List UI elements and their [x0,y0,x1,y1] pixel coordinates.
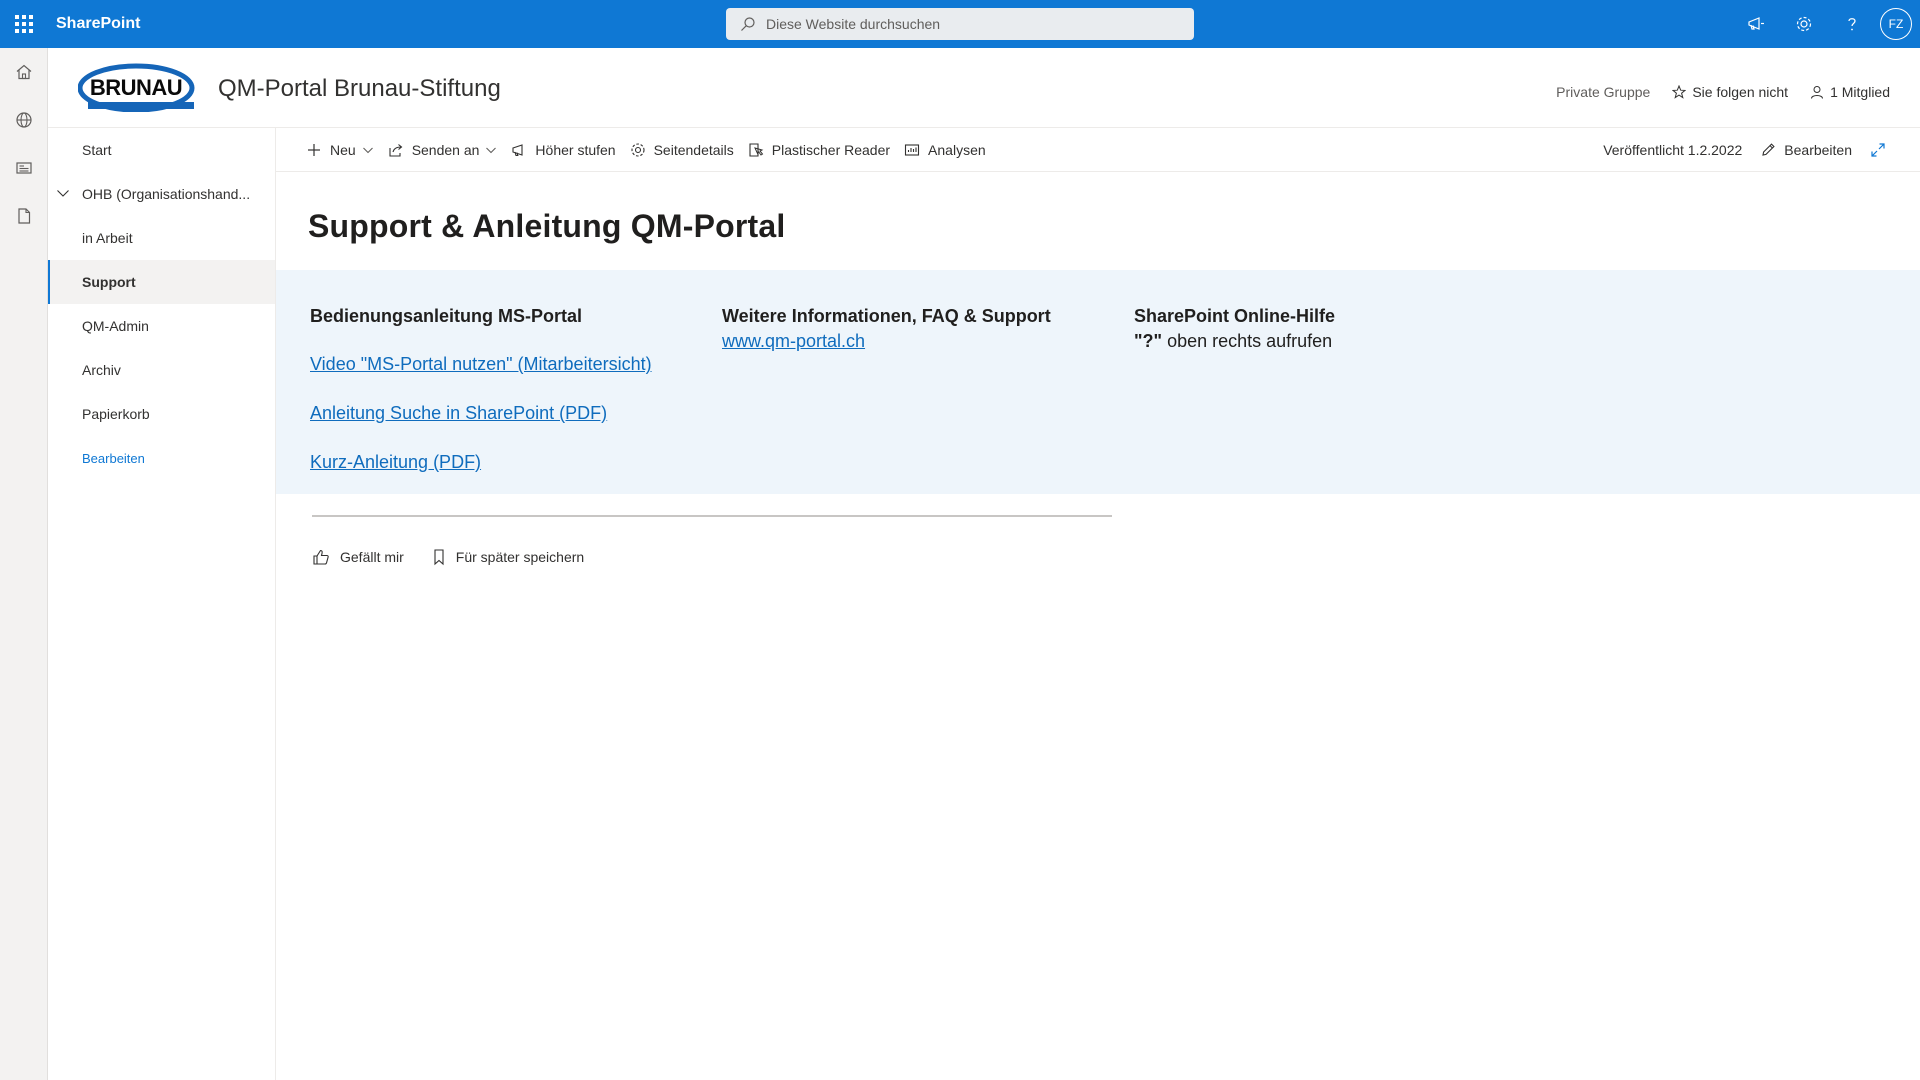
video-link[interactable]: Video "MS-Portal nutzen" (Mitarbeitersic… [310,354,652,375]
social-bar: Gefällt mir Für später speichern [312,548,612,566]
site-title[interactable]: QM-Portal Brunau-Stiftung [218,75,501,103]
gear-icon [631,142,645,157]
promote-button[interactable]: Höher stufen [511,128,616,172]
expand-button[interactable] [1870,128,1894,172]
nav-item-qm-admin[interactable]: QM-Admin [48,304,275,348]
star-icon [1672,85,1687,99]
plus-icon [308,143,320,156]
user-avatar[interactable]: FZ [1880,8,1912,40]
page-details-button[interactable]: Seitendetails [630,128,734,172]
megaphone-icon [512,143,523,156]
nav-item-support[interactable]: Support [48,260,275,304]
sharepoint-brand[interactable]: SharePoint [56,15,140,33]
like-button[interactable]: Gefällt mir [312,548,404,566]
support-section: Bedienungsanleitung MS-Portal Video "MS-… [276,270,1920,494]
waffle-icon [15,15,33,33]
document-icon[interactable] [0,192,48,240]
page-title: Support & Anleitung QM-Portal [308,208,786,244]
search-icon [741,17,755,31]
person-icon [1811,86,1824,99]
column-info: Weitere Informationen, FAQ & Support www… [722,306,1051,352]
analytics-icon [904,143,920,156]
immersive-reader-button[interactable]: Plastischer Reader [748,128,890,172]
nav-item-papierkorb[interactable]: Papierkorb [48,392,275,436]
help-text: "?" oben rechts aufrufen [1134,331,1333,351]
nav-item-in-arbeit[interactable]: in Arbeit [48,216,275,260]
app-bar [0,48,48,1080]
chevron-down-icon[interactable] [56,186,70,200]
new-button[interactable]: Neu [306,128,374,172]
bookmark-icon [434,549,444,566]
analytics-button[interactable]: Analysen [904,128,986,172]
nav-item-ohb[interactable]: OHB (Organisationshand... [48,172,275,216]
column-heading: SharePoint Online-Hilfe [1134,306,1336,326]
edit-page-button[interactable]: Bearbeiten [1760,128,1852,172]
site-header: BRUNAU QM-Portal Brunau-Stiftung Private… [48,48,1920,128]
column-heading: Weitere Informationen, FAQ & Support [722,306,1051,326]
site-logo[interactable]: BRUNAU [77,62,196,113]
column-help: SharePoint Online-Hilfe "?" oben rechts … [1134,306,1335,352]
globe-icon[interactable] [0,96,48,144]
chevron-down-icon [486,147,497,153]
search-input[interactable] [766,16,1166,32]
logo-text: BRUNAU [90,75,182,100]
members-button[interactable]: 1 Mitglied [1810,84,1890,100]
home-icon[interactable] [0,48,48,96]
pencil-icon [1762,143,1775,156]
suite-bar: SharePoint FZ [0,0,1920,48]
thumbs-up-icon [313,549,329,565]
column-manual: Bedienungsanleitung MS-Portal Video "MS-… [310,306,652,473]
send-to-button[interactable]: Senden an [388,128,498,172]
follow-button[interactable]: Sie folgen nicht [1672,84,1788,100]
save-for-later-button[interactable]: Für später speichern [432,548,584,566]
nav-item-start[interactable]: Start [48,128,275,172]
expand-icon [1871,143,1885,157]
column-heading: Bedienungsanleitung MS-Portal [310,306,583,326]
search-box[interactable] [726,8,1194,40]
divider [312,515,1112,517]
megaphone-icon[interactable] [1732,0,1780,48]
reader-icon [749,142,764,157]
chevron-down-icon [362,147,373,153]
website-link[interactable]: www.qm-portal.ch [722,331,1051,352]
gear-icon[interactable] [1780,0,1828,48]
app-launcher-button[interactable] [0,0,48,48]
news-icon[interactable] [0,144,48,192]
short-guide-link[interactable]: Kurz-Anleitung (PDF) [310,452,652,473]
nav-edit-link[interactable]: Bearbeiten [48,436,275,480]
published-status: Veröffentlicht 1.2.2022 [1603,142,1743,158]
share-icon [389,143,403,157]
command-bar: Neu Senden an Höher stufen Seitendetails… [276,128,1920,172]
help-icon[interactable] [1828,0,1876,48]
site-navigation: Start OHB (Organisationshand... in Arbei… [48,128,276,1080]
search-guide-link[interactable]: Anleitung Suche in SharePoint (PDF) [310,403,652,424]
privacy-label: Private Gruppe [1556,84,1651,100]
nav-item-archiv[interactable]: Archiv [48,348,275,392]
